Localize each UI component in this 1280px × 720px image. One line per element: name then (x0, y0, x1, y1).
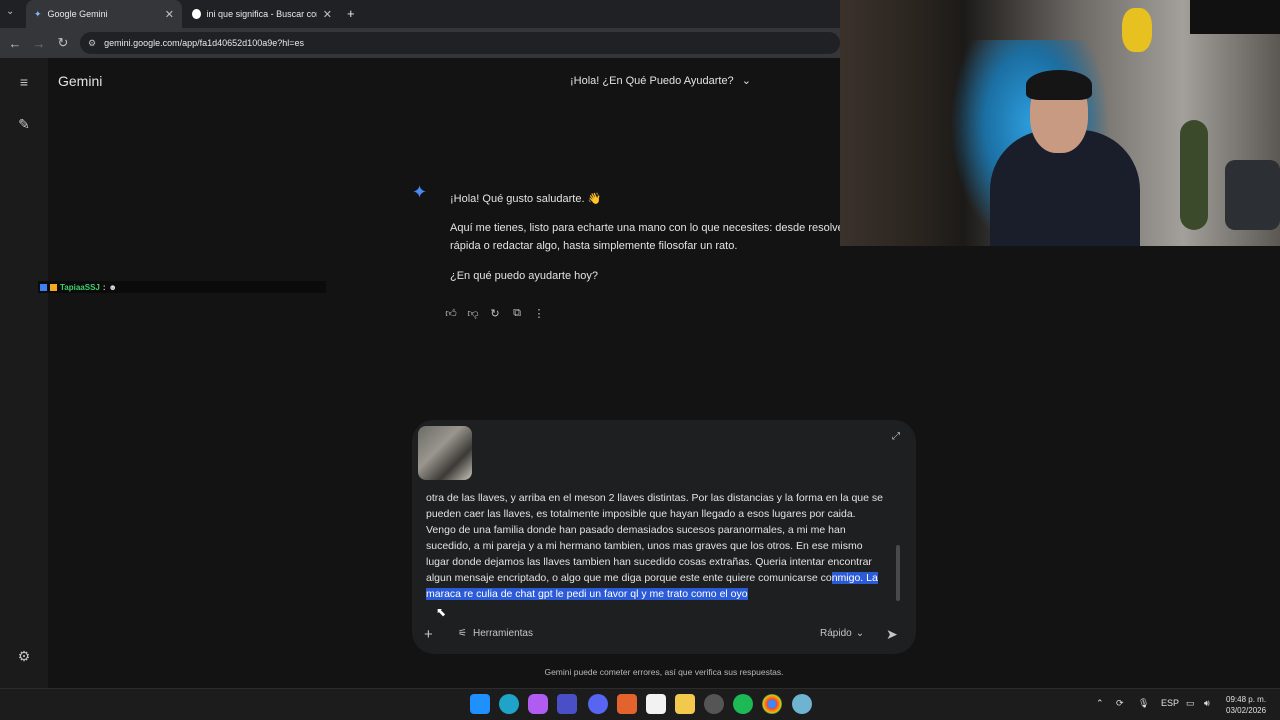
stream-chat-overlay: TapiaaSSJ : ☻ (38, 281, 326, 293)
copy-icon[interactable]: ⧉ (510, 306, 524, 320)
start-icon[interactable] (470, 694, 490, 714)
discord-icon[interactable] (588, 694, 608, 714)
back-icon[interactable]: ← (6, 34, 24, 52)
prompt-input[interactable]: otra de las llaves, y arriba en el meson… (426, 490, 886, 602)
plush-toy (1122, 8, 1152, 52)
tab-label: ini que significa - Buscar con Go (206, 9, 317, 19)
webcam-overlay (840, 0, 1280, 246)
chat-username: TapiaaSSJ (60, 282, 100, 292)
new-chat-icon[interactable]: ✎ (14, 114, 34, 134)
badge-icon (40, 283, 47, 291)
send-icon[interactable]: ➤ (886, 626, 898, 643)
chrome-icon[interactable] (762, 694, 782, 714)
response-paragraph-line-2: rápida o redactar algo, hasta simplement… (450, 240, 738, 252)
clock-time: 09:48 p. m. (1226, 695, 1267, 704)
sidebar (0, 58, 48, 688)
tray-overflow-icon[interactable]: ⌃ (1096, 698, 1104, 709)
mouse-cursor-icon: ⬉ (436, 605, 447, 619)
sync-icon[interactable]: ⟳ (1116, 698, 1124, 709)
clock-date: 03/02/2026 (1226, 706, 1267, 715)
spotify-icon[interactable] (733, 694, 753, 714)
plus-icon[interactable]: + (424, 626, 433, 643)
menu-icon[interactable]: ≡ (14, 72, 34, 92)
response-paragraph-line-1: Aquí me tienes, listo para echarte una m… (450, 222, 848, 234)
tab-search-icon[interactable]: ⌄ (6, 6, 14, 17)
forward-icon[interactable]: → (30, 34, 48, 52)
close-tab-icon[interactable]: ✕ (323, 8, 332, 21)
hat (1225, 160, 1280, 230)
app-name: Gemini (58, 73, 103, 89)
app-icon[interactable] (617, 694, 637, 714)
site-info-icon[interactable]: ⚙ (88, 38, 96, 49)
guitar (1180, 120, 1208, 230)
chevron-down-icon: ⌄ (741, 75, 751, 87)
google-favicon-icon (192, 9, 201, 19)
emote-icon: ☻ (108, 282, 117, 292)
taskbar (0, 688, 1280, 720)
file-explorer-icon[interactable] (675, 694, 695, 714)
app-icon[interactable] (557, 694, 577, 714)
person-hair (1026, 70, 1092, 100)
network-icon[interactable]: ▭ (1186, 698, 1195, 709)
gemini-favicon-icon: ✦ (34, 8, 42, 19)
new-tab-icon[interactable]: + (347, 6, 355, 21)
response-question: ¿En qué puedo ayudarte hoy? (450, 270, 599, 282)
url-text: gemini.google.com/app/fa1d40652d100a9e?h… (104, 38, 304, 48)
prompt-toolbar: + ⚟ Herramientas Rápido ⌄ ➤ (424, 626, 904, 644)
reload-icon[interactable]: ↻ (54, 34, 72, 52)
clock[interactable]: 09:48 p. m. 03/02/2026 (1226, 694, 1266, 716)
model-selector[interactable]: Rápido ⌄ (820, 628, 864, 639)
chevron-down-icon: ⌄ (855, 628, 865, 639)
language-indicator[interactable]: ESP (1161, 698, 1179, 708)
file-icon[interactable] (646, 694, 666, 714)
prompt-text: otra de las llaves, y arriba en el meson… (426, 492, 883, 584)
tab-label: Google Gemini (47, 9, 108, 19)
address-bar[interactable]: ⚙ gemini.google.com/app/fa1d40652d100a9e… (80, 32, 840, 54)
prompt-scrollbar[interactable] (896, 545, 900, 601)
more-icon[interactable]: ⋮ (532, 306, 546, 320)
tools-button[interactable]: ⚟ Herramientas (458, 628, 533, 639)
settings-icon[interactable]: ⚙ (14, 646, 34, 666)
edge-icon[interactable] (499, 694, 519, 714)
model-label: Rápido (820, 628, 852, 639)
conversation-title-text: ¡Hola! ¿En Qué Puedo Ayudarte? (570, 74, 734, 87)
wall-tv (1190, 0, 1280, 34)
response-greeting: ¡Hola! Qué gusto saludarte. 👋 (450, 193, 602, 205)
close-tab-icon[interactable]: ✕ (165, 8, 174, 21)
badge-icon (50, 283, 57, 291)
thumbs-down-icon[interactable]: 👎︎ (466, 306, 480, 320)
microphone-icon[interactable]: 🎙︎ (1138, 698, 1149, 709)
conversation-title[interactable]: ¡Hola! ¿En Qué Puedo Ayudarte? ⌄ (570, 74, 751, 88)
chat-separator: : (102, 282, 106, 292)
copilot-icon[interactable] (528, 694, 548, 714)
gemini-star-icon: ✦ (412, 182, 428, 202)
attached-image-thumbnail[interactable] (418, 426, 472, 480)
app-icon[interactable] (792, 694, 812, 714)
expand-icon[interactable]: ⤢ (892, 431, 900, 442)
refresh-icon[interactable]: ↻ (488, 306, 502, 320)
tab-search[interactable]: ini que significa - Buscar con Go ✕ (184, 0, 340, 28)
tools-icon: ⚟ (458, 628, 467, 639)
tools-label: Herramientas (472, 628, 533, 639)
volume-icon[interactable]: 🔊︎ (1204, 698, 1210, 709)
tab-google-gemini[interactable]: ✦ Google Gemini ✕ (26, 0, 182, 28)
response-actions: 👍︎ 👎︎ ↻ ⧉ ⋮ (444, 306, 546, 320)
disclaimer: Gemini puede cometer errores, así que ve… (544, 667, 784, 677)
app-icon[interactable] (704, 694, 724, 714)
thumbs-up-icon[interactable]: 👍︎ (444, 306, 458, 320)
